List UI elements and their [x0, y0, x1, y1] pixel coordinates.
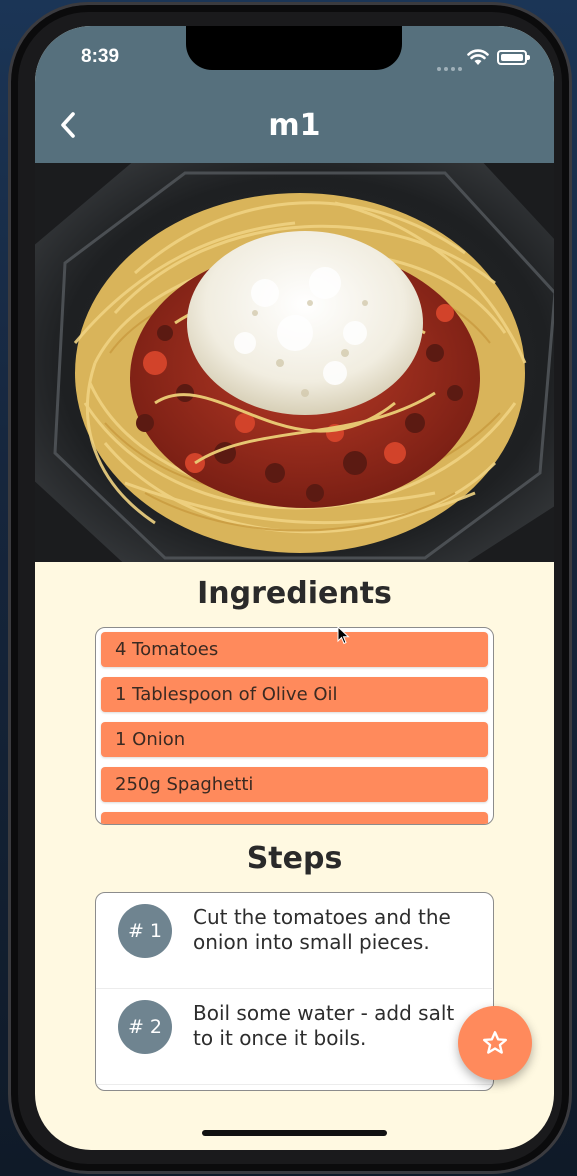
home-indicator [202, 1130, 387, 1136]
star-outline-icon [482, 1031, 508, 1054]
mouse-pointer-icon [337, 625, 351, 650]
app-bar-title: m1 [268, 108, 321, 143]
app-screen: 8:39 m1 Ingredients 4 Tomatoes 1 Tablesp… [35, 26, 554, 1150]
app-bar: 8:39 m1 [35, 26, 554, 163]
step-text: Cut the tomatoes and the onion into smal… [193, 905, 451, 954]
ingredient-item: 1 Tablespoon of Olive Oil [101, 677, 488, 712]
ingredient-item: 250g Spaghetti [101, 767, 488, 802]
wifi-icon [467, 48, 489, 70]
steps-title: Steps [246, 841, 343, 876]
ingredient-item [101, 812, 488, 824]
step-number-badge: # 1 [118, 904, 172, 958]
step-item[interactable]: # 2 Boil some water - add salt to it onc… [96, 989, 492, 1085]
ingredient-item: 4 Tomatoes [101, 632, 488, 667]
favorite-button[interactable] [458, 1006, 532, 1080]
steps-list[interactable]: # 1 Cut the tomatoes and the onion into … [95, 892, 494, 1091]
meal-image [35, 163, 554, 562]
ingredient-item: 1 Onion [101, 722, 488, 757]
battery-icon [497, 50, 530, 65]
camera-notch [186, 26, 402, 70]
step-item[interactable]: # 1 Cut the tomatoes and the onion into … [96, 893, 492, 989]
ingredients-list[interactable]: 4 Tomatoes 1 Tablespoon of Olive Oil 1 O… [95, 627, 494, 825]
cellular-signal-icon [437, 56, 465, 75]
ingredients-title: Ingredients [197, 576, 392, 611]
status-time: 8:39 [81, 46, 120, 67]
step-text: Boil some water - add salt to it once it… [193, 1001, 455, 1050]
step-number-badge: # 2 [118, 1000, 172, 1054]
